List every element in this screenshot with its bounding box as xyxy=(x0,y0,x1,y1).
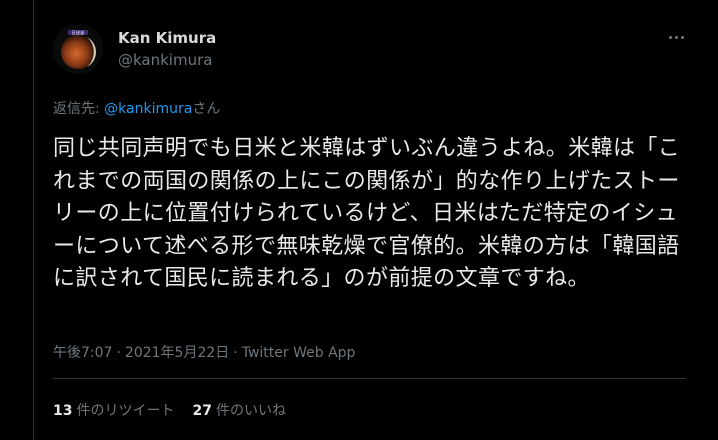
avatar-caption: 日経新 xyxy=(71,30,85,37)
tweet-metadata: 午後7:07 · 2021年5月22日 · Twitter Web App xyxy=(53,342,355,362)
likes-label: 件のいいね xyxy=(215,403,286,419)
reply-mention-link[interactable]: @kankimura xyxy=(104,101,192,117)
tweet-text: 同じ共同声明でも日米と米韓はずいぶん違うよね。米韓は「これまでの両国の関係の上に… xyxy=(53,136,681,291)
more-dot-icon xyxy=(668,35,672,39)
avatar[interactable]: 日経新 xyxy=(53,24,103,74)
tweet-source-app[interactable]: Twitter Web App xyxy=(242,345,356,361)
tweet-date[interactable]: 2021年5月22日 xyxy=(125,345,229,361)
engagement-stats: 13 件のリツイート 27 件のいいね xyxy=(53,400,286,420)
likes-stat[interactable]: 27 件のいいね xyxy=(192,400,285,420)
tweet-time[interactable]: 午後7:07 xyxy=(53,345,112,361)
reply-context: 返信先: @kankimuraさん xyxy=(53,98,220,118)
meta-separator: · xyxy=(116,345,121,361)
author-name[interactable]: Kan Kimura xyxy=(118,29,216,47)
more-options-button[interactable] xyxy=(663,26,689,48)
meta-separator: · xyxy=(233,345,238,361)
author-handle[interactable]: @kankimura xyxy=(118,51,212,69)
likes-count: 27 xyxy=(192,403,212,419)
retweets-label: 件のリツイート xyxy=(76,403,175,419)
reply-prefix: 返信先: xyxy=(53,101,105,117)
reply-suffix: さん xyxy=(192,101,221,117)
divider xyxy=(53,378,686,379)
retweets-count: 13 xyxy=(53,403,73,419)
more-dot-icon xyxy=(674,35,678,39)
retweets-stat[interactable]: 13 件のリツイート xyxy=(53,400,174,420)
moon-eclipse-icon: 日経新 xyxy=(53,24,103,74)
more-dot-icon xyxy=(680,35,684,39)
